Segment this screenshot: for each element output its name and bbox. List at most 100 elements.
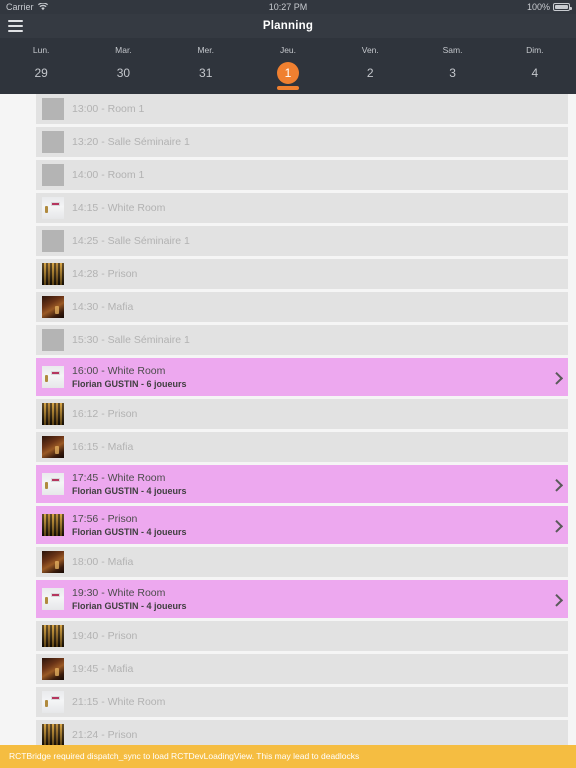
schedule-row[interactable]: 19:40 - Prison — [36, 621, 568, 651]
nav-bar: Planning — [0, 14, 576, 38]
chevron-right-icon[interactable] — [550, 593, 564, 607]
day-tab-sam[interactable]: Sam. 3 — [411, 38, 493, 94]
chevron-right-icon[interactable] — [550, 519, 564, 533]
schedule-row-texts: 21:24 - Prison — [72, 728, 137, 742]
battery-full-icon — [553, 3, 572, 11]
schedule-row[interactable]: 19:45 - Mafia — [36, 654, 568, 684]
schedule-row-texts: 13:20 - Salle Séminaire 1 — [72, 135, 190, 149]
schedule-row-texts: 17:45 - White Room Florian GUSTIN - 4 jou… — [72, 471, 187, 497]
schedule-row-title: 19:40 - Prison — [72, 630, 138, 642]
day-tab-indicator — [442, 86, 464, 90]
schedule-row-title: 14:28 - Prison — [72, 268, 138, 280]
day-tab-weekday: Sam. — [442, 45, 463, 55]
day-tab-date: 2 — [366, 66, 374, 80]
white-room-thumbnail-icon — [42, 366, 64, 388]
schedule-row[interactable]: 18:00 - Mafia — [36, 547, 568, 577]
prison-thumbnail-icon — [42, 625, 64, 647]
schedule-row-texts: 14:28 - Prison — [72, 267, 137, 281]
schedule-row[interactable]: 13:00 - Room 1 — [36, 94, 568, 124]
chevron-right-icon[interactable] — [550, 478, 564, 492]
schedule-row-texts: 16:12 - Prison — [72, 407, 137, 421]
day-tab-date: 29 — [34, 66, 48, 80]
plain-thumbnail-icon — [42, 230, 64, 252]
schedule-row-title: 14:00 - Room 1 — [72, 169, 145, 181]
day-tab-indicator — [30, 86, 52, 90]
schedule-row-title: 13:20 - Salle Séminaire 1 — [72, 136, 190, 148]
schedule-row[interactable]: 17:45 - White Room Florian GUSTIN - 4 jou… — [36, 465, 568, 503]
status-bar: Carrier 10:27 PM 100% — [0, 0, 576, 14]
prison-thumbnail-icon — [42, 403, 64, 425]
day-tab-jeu[interactable]: Jeu. 1 — [247, 38, 329, 94]
schedule-row[interactable]: 16:15 - Mafia — [36, 432, 568, 462]
day-tab-indicator — [276, 86, 299, 90]
status-bar-clock: 10:27 PM — [268, 2, 308, 12]
schedule-row[interactable]: 16:00 - White Room Florian GUSTIN - 6 jou… — [36, 358, 568, 396]
day-selector[interactable]: Lun. 29 Mar. 30 Mer. 31 Jeu. 1 Ven. 2 Sam. 3 Dim. 4 — [0, 38, 576, 94]
schedule-row-title: 21:24 - Prison — [72, 729, 138, 741]
schedule-row[interactable]: 21:24 - Prison — [36, 720, 568, 745]
day-tab-date: 30 — [116, 66, 131, 80]
schedule-row-title: 14:30 - Mafia — [72, 301, 134, 313]
schedule-row-subtitle: Florian GUSTIN - 6 joueurs — [72, 379, 187, 389]
schedule-row-texts: 19:30 - White Room Florian GUSTIN - 4 jou… — [72, 586, 187, 612]
schedule-row-texts: 14:00 - Room 1 — [72, 168, 144, 182]
schedule-row-texts: 13:00 - Room 1 — [72, 102, 144, 116]
day-tab-mar[interactable]: Mar. 30 — [82, 38, 164, 94]
dev-warning-banner[interactable]: RCTBridge required dispatch_sync to load… — [0, 745, 576, 768]
day-tab-date: 1 — [276, 62, 299, 84]
day-tab-mer[interactable]: Mer. 31 — [165, 38, 247, 94]
schedule-row-subtitle: Florian GUSTIN - 4 joueurs — [72, 527, 187, 537]
schedule-row[interactable]: 16:12 - Prison — [36, 399, 568, 429]
schedule-row[interactable]: 14:15 - White Room — [36, 193, 568, 223]
schedule-row-title: 16:15 - Mafia — [72, 441, 134, 453]
schedule-row[interactable]: 14:25 - Salle Séminaire 1 — [36, 226, 568, 256]
schedule-row-texts: 14:15 - White Room — [72, 201, 165, 215]
schedule-row-subtitle: Florian GUSTIN - 4 joueurs — [72, 486, 187, 496]
schedule-row-subtitle: Florian GUSTIN - 4 joueurs — [72, 601, 187, 611]
day-tab-date: 31 — [199, 66, 213, 80]
schedule-row-title: 13:00 - Room 1 — [72, 103, 145, 115]
schedule-row-title: 14:25 - Salle Séminaire 1 — [72, 235, 190, 247]
schedule-row-title: 19:45 - Mafia — [72, 663, 134, 675]
day-tab-indicator — [359, 86, 381, 90]
schedule-row[interactable]: 15:30 - Salle Séminaire 1 — [36, 325, 568, 355]
schedule-row[interactable]: 13:20 - Salle Séminaire 1 — [36, 127, 568, 157]
day-tab-lun[interactable]: Lun. 29 — [0, 38, 82, 94]
day-tab-weekday: Jeu. — [279, 45, 297, 55]
prison-thumbnail-icon — [42, 263, 64, 285]
schedule-row[interactable]: 14:30 - Mafia — [36, 292, 568, 322]
schedule-row[interactable]: 17:56 - Prison Florian GUSTIN - 4 joueurs — [36, 506, 568, 544]
schedule-row-texts: 16:15 - Mafia — [72, 440, 133, 454]
day-tab-indicator — [195, 86, 217, 90]
plain-thumbnail-icon — [42, 131, 64, 153]
white-room-thumbnail-icon — [42, 473, 64, 495]
schedule-row-texts: 15:30 - Salle Séminaire 1 — [72, 333, 190, 347]
day-tab-weekday: Dim. — [526, 45, 544, 55]
schedule-row[interactable]: 14:00 - Room 1 — [36, 160, 568, 190]
day-tab-dim[interactable]: Dim. 4 — [494, 38, 576, 94]
mafia-thumbnail-icon — [42, 296, 64, 318]
white-room-thumbnail-icon — [42, 197, 64, 219]
schedule-row-title: 16:00 - White Room — [72, 365, 166, 377]
chevron-right-icon[interactable] — [550, 371, 564, 385]
day-tab-indicator — [524, 86, 546, 90]
schedule-row[interactable]: 14:28 - Prison — [36, 259, 568, 289]
schedule-row[interactable]: 21:15 - White Room — [36, 687, 568, 717]
mafia-thumbnail-icon — [42, 551, 64, 573]
schedule-row[interactable]: 19:30 - White Room Florian GUSTIN - 4 jou… — [36, 580, 568, 618]
schedule-row-texts: 16:00 - White Room Florian GUSTIN - 6 jou… — [72, 364, 187, 390]
schedule-row-texts: 17:56 - Prison Florian GUSTIN - 4 joueurs — [72, 512, 187, 538]
day-tab-ven[interactable]: Ven. 2 — [329, 38, 411, 94]
schedule-row-title: 19:30 - White Room — [72, 587, 166, 599]
prison-thumbnail-icon — [42, 724, 64, 745]
schedule-row-texts: 19:45 - Mafia — [72, 662, 133, 676]
plain-thumbnail-icon — [42, 98, 64, 120]
schedule-list[interactable]: 13:00 - Room 1 13:20 - Salle Séminaire 1 1… — [0, 94, 576, 745]
day-tab-date: 3 — [449, 66, 456, 80]
day-tab-weekday: Ven. — [361, 45, 379, 55]
schedule-row-title: 18:00 - Mafia — [72, 556, 134, 568]
schedule-row-title: 17:45 - White Room — [72, 472, 166, 484]
plain-thumbnail-icon — [42, 164, 64, 186]
mafia-thumbnail-icon — [42, 436, 64, 458]
schedule-row-texts: 21:15 - White Room — [72, 695, 165, 709]
